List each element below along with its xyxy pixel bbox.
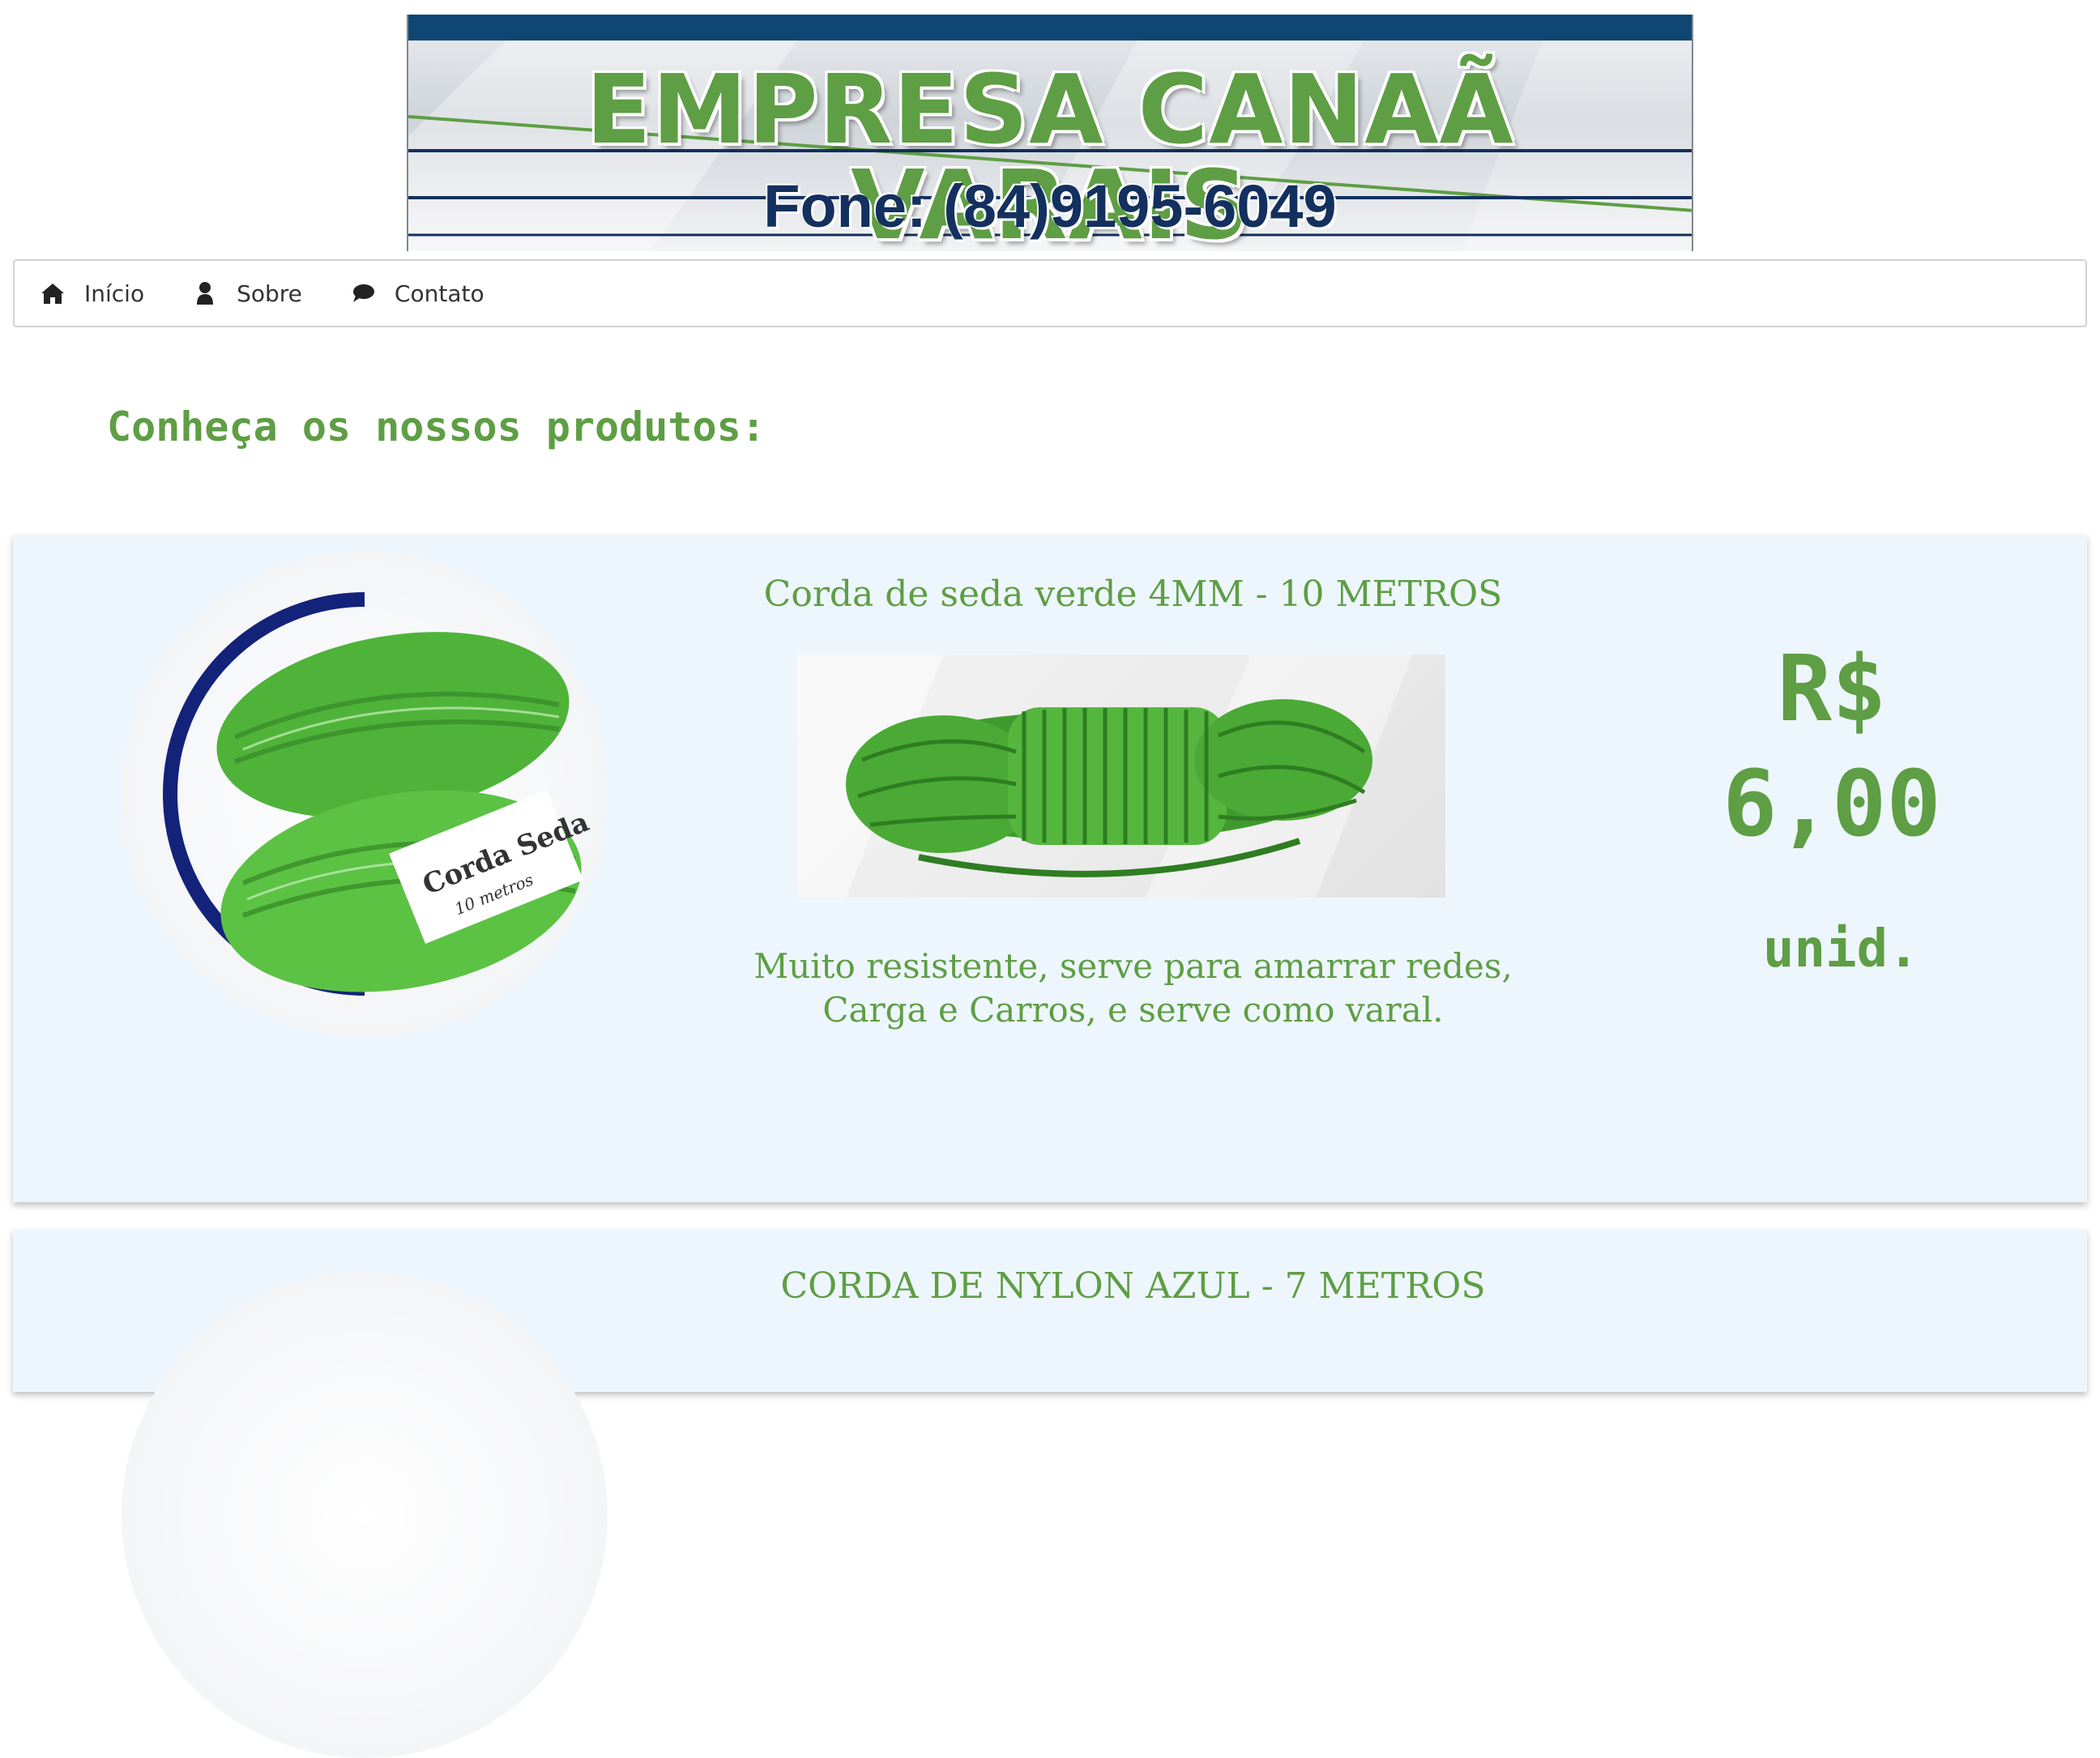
nav-item-sobre[interactable]: Sobre (191, 279, 302, 307)
product-title[interactable]: CORDA DE NYLON AZUL - 7 METROS (580, 1269, 1686, 1304)
company-phone: Fone: (84)9195-6049 (763, 173, 1337, 240)
product-description-line-1: Muito resistente, serve para amarrar red… (753, 946, 1513, 986)
product-card: CORDA DE NYLON AZUL - 7 METROS (13, 1230, 2087, 1758)
header-banner: EMPRESA CANAÃ VARAIS Fone: (84)9195-6049 (407, 15, 1693, 251)
price-unit: unid. (1763, 920, 1919, 979)
nav-item-contato[interactable]: Contato (349, 279, 484, 307)
product-photo (797, 655, 1445, 898)
home-icon (39, 279, 66, 307)
nav-label-sobre: Sobre (237, 279, 302, 307)
product-card: Corda Seda 10 metros Corda de seda verde… (13, 535, 2087, 1202)
product-title[interactable]: Corda de seda verde 4MM - 10 METROS (580, 577, 1686, 612)
nav-label-inicio: Início (84, 279, 145, 307)
user-icon (191, 279, 219, 307)
chat-bubble-icon (349, 279, 377, 307)
main-navigation: Início Sobre Contato (13, 259, 2087, 327)
price-value: 6,00 (1722, 752, 1941, 858)
product-thumbnail[interactable]: Corda Seda 10 metros (122, 551, 608, 1037)
product-description: Muito resistente, serve para amarrar red… (742, 945, 1524, 1032)
product-price: R$ 6,00 (1666, 632, 1998, 862)
nav-label-contato: Contato (394, 279, 484, 307)
products-heading: Conheça os nossos produtos: (107, 403, 766, 450)
product-description-line-2: Carga e Carros, e serve como varal. (822, 989, 1444, 1030)
nav-item-inicio[interactable]: Início (39, 279, 144, 307)
price-currency: R$ (1777, 637, 1887, 742)
product-thumbnail[interactable] (122, 1272, 608, 1758)
